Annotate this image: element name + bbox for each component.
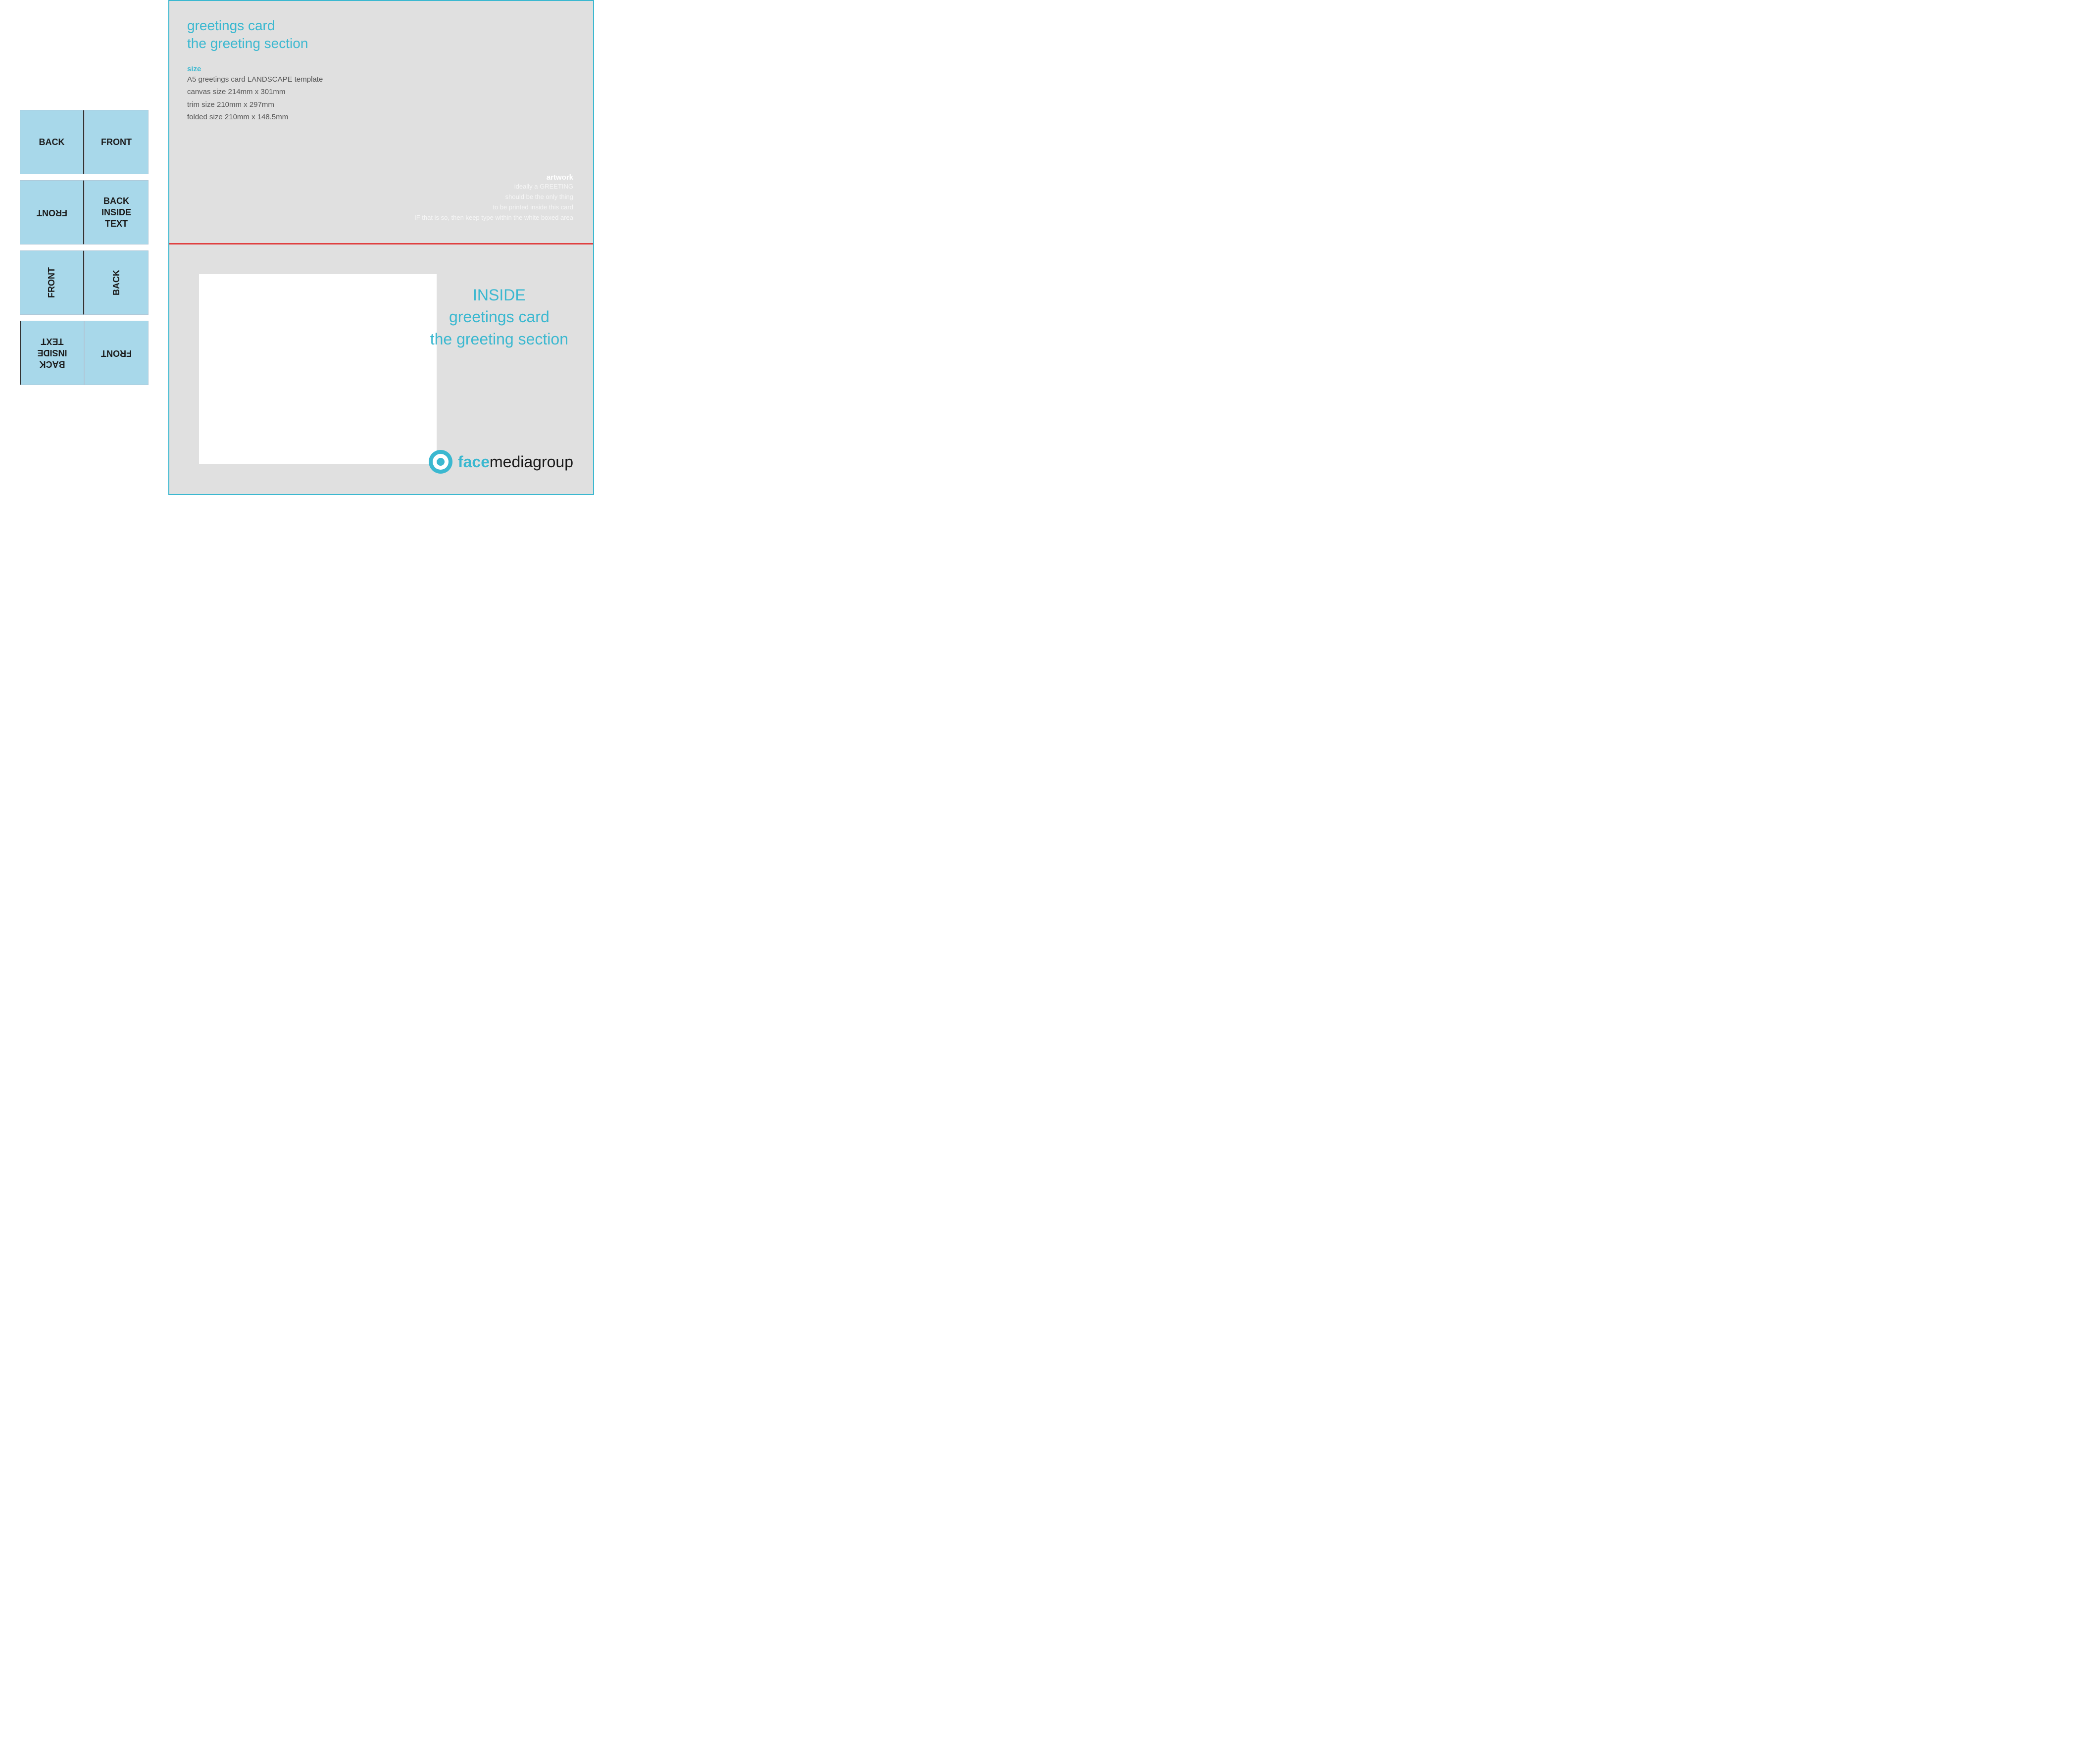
title-block: greetings card the greeting section: [187, 17, 575, 53]
card-row-4: BACK INSIDE TEXT FRONT: [20, 321, 149, 385]
card-diagram-grid: BACK FRONT FRONT BACK INSIDE TEXT FRONT …: [20, 110, 149, 385]
front-rotated-cell: FRONT: [20, 180, 84, 244]
left-panel: BACK FRONT FRONT BACK INSIDE TEXT FRONT …: [0, 0, 168, 495]
artwork-description: ideally a GREETING should be the only th…: [414, 182, 573, 223]
back-inside-rotated-cell: BACK INSIDE TEXT: [20, 321, 84, 385]
inside-label: INSIDE greetings card the greeting secti…: [430, 284, 568, 350]
facemediagroup-icon: [428, 449, 453, 474]
inside-greeting-box: [199, 274, 437, 465]
size-details: A5 greetings card LANDSCAPE template can…: [187, 73, 575, 124]
bottom-section: INSIDE greetings card the greeting secti…: [169, 244, 593, 494]
front-rotated-90-cell: FRONT: [20, 250, 84, 315]
front-cell-1: FRONT: [84, 110, 149, 174]
card-row-2: FRONT BACK INSIDE TEXT: [20, 180, 149, 244]
artwork-label: artwork: [414, 173, 573, 182]
size-label: size: [187, 65, 575, 73]
card-row-3: FRONT BACK: [20, 250, 149, 315]
right-panel: greetings card the greeting section size…: [168, 0, 594, 495]
top-section: greetings card the greeting section size…: [169, 1, 593, 244]
size-section: size A5 greetings card LANDSCAPE templat…: [187, 65, 575, 124]
back-rotated-90-cell: BACK: [84, 250, 149, 315]
artwork-block: artwork ideally a GREETING should be the…: [414, 173, 573, 223]
back-cell-1: BACK: [20, 110, 84, 174]
front-rotated-bottom-cell: FRONT: [84, 321, 149, 385]
inside-text-block: INSIDE greetings card the greeting secti…: [430, 284, 568, 350]
logo-block: facemediagroup: [428, 449, 573, 474]
back-inside-text-cell: BACK INSIDE TEXT: [84, 180, 149, 244]
logo-text: facemediagroup: [458, 453, 573, 471]
card-title: greetings card the greeting section: [187, 17, 575, 53]
card-row-1: BACK FRONT: [20, 110, 149, 174]
